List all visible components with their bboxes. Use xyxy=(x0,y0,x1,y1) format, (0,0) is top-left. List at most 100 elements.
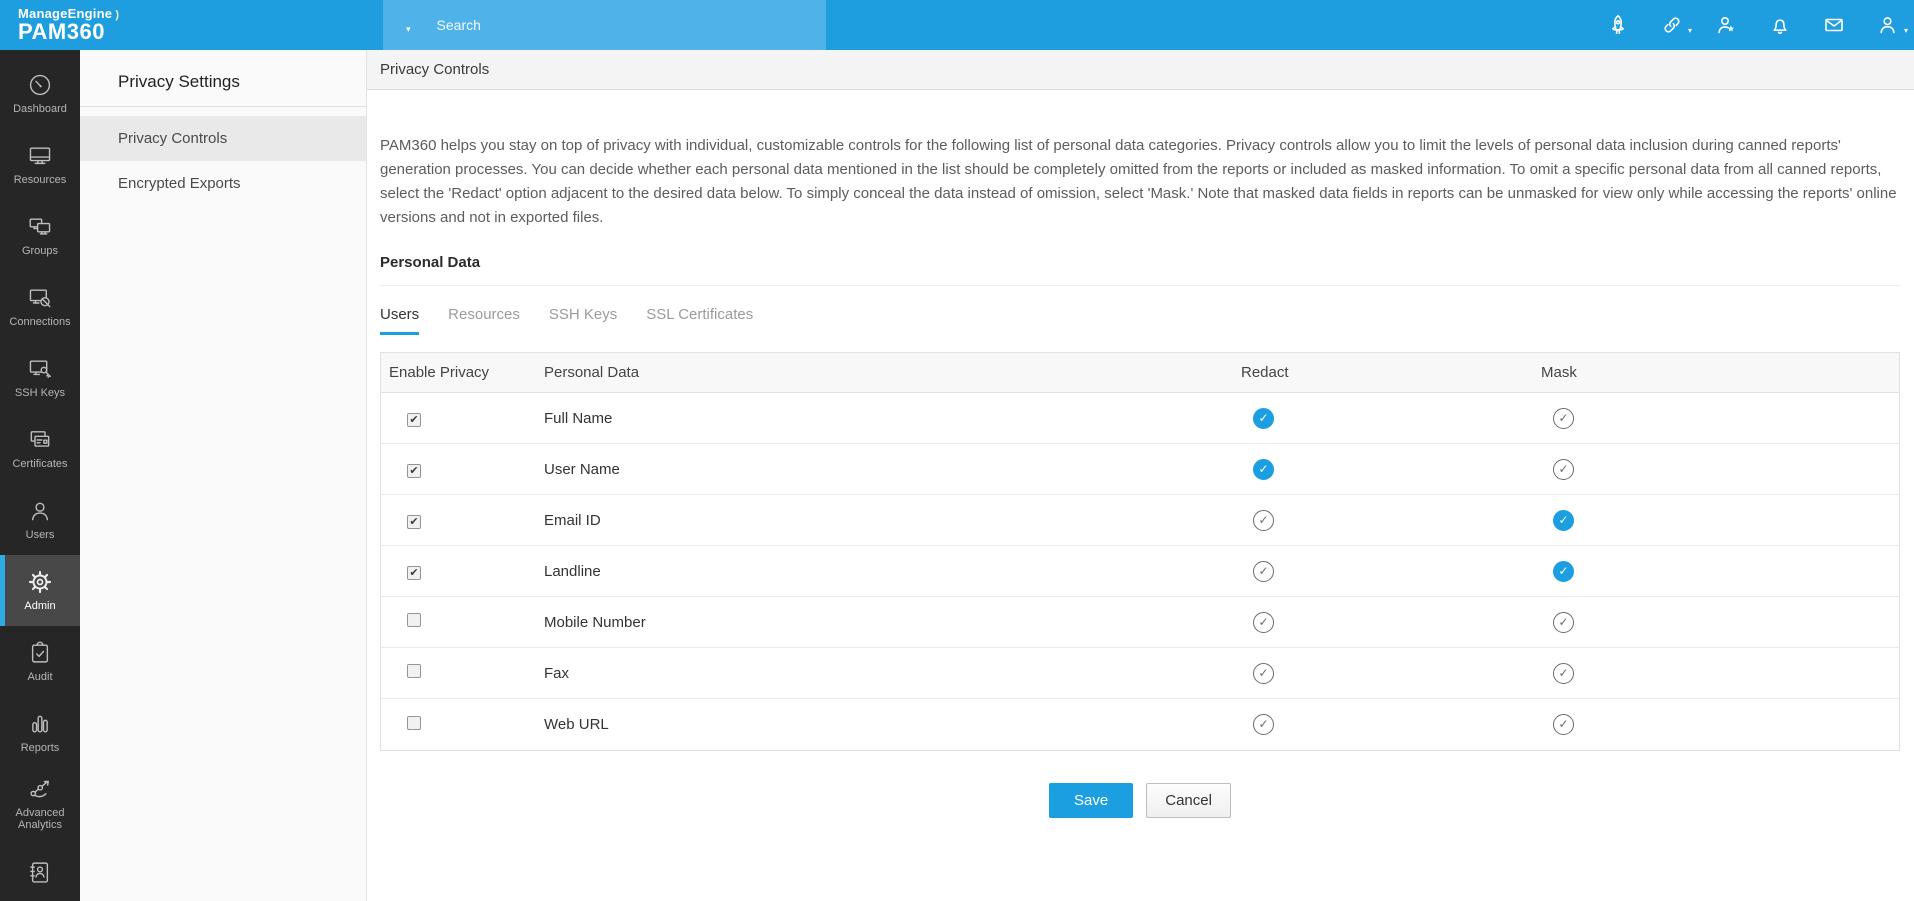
personal-data-label: Fax xyxy=(536,665,1241,682)
search-caret-icon: ▾ xyxy=(406,24,411,35)
col-enable-privacy: Enable Privacy xyxy=(381,364,536,381)
privacy-description: PAM360 helps you stay on top of privacy … xyxy=(380,134,1900,230)
panel-item-encrypted-exports[interactable]: Encrypted Exports xyxy=(80,161,366,206)
table-row: ✔ Landline ✓ ✓ xyxy=(381,546,1899,597)
address-book-icon xyxy=(27,859,53,885)
personal-data-label: Email ID xyxy=(536,512,1241,529)
sidebar-item-reports[interactable]: Reports xyxy=(0,697,80,768)
panel-item-privacy-controls[interactable]: Privacy Controls xyxy=(80,116,366,161)
panel-menu: Privacy Controls Encrypted Exports xyxy=(80,116,366,206)
monitor-key-icon xyxy=(27,356,53,382)
cancel-button[interactable]: Cancel xyxy=(1146,783,1231,818)
sidebar-item-ssh-keys[interactable]: SSH Keys xyxy=(0,342,80,413)
action-buttons: Save Cancel xyxy=(380,783,1900,818)
gauge-icon xyxy=(27,72,53,98)
section-divider xyxy=(380,285,1900,286)
mask-option[interactable]: ✓ xyxy=(1553,663,1574,684)
sidebar-item-users[interactable]: Users xyxy=(0,484,80,555)
enable-privacy-checkbox[interactable]: ✔ xyxy=(407,566,421,580)
main-content: Privacy Controls PAM360 helps you stay o… xyxy=(367,50,1914,901)
certificate-cards-icon xyxy=(27,427,53,453)
col-mask: Mask xyxy=(1541,364,1899,381)
tab-ssh-keys[interactable]: SSH Keys xyxy=(549,306,617,335)
mask-option[interactable]: ✓ xyxy=(1553,510,1574,531)
redact-option[interactable]: ✓ xyxy=(1253,663,1274,684)
table-row: Fax ✓ ✓ xyxy=(381,648,1899,699)
category-tabs: Users Resources SSH Keys SSL Certificate… xyxy=(380,306,1900,335)
section-title: Personal Data xyxy=(380,254,1900,271)
enable-privacy-checkbox[interactable]: ✔ xyxy=(407,515,421,529)
monitor-dish-icon xyxy=(27,285,53,311)
save-button[interactable]: Save xyxy=(1049,783,1133,818)
privacy-table: Enable Privacy Personal Data Redact Mask… xyxy=(380,352,1900,751)
settings-panel: Privacy Settings Privacy Controls Encryp… xyxy=(80,50,367,901)
col-personal-data: Personal Data xyxy=(536,364,1241,381)
profile-icon[interactable]: ▾ xyxy=(1876,13,1900,37)
mail-icon[interactable] xyxy=(1822,13,1846,37)
topbar-icons: ▾ ▾ xyxy=(1606,0,1900,50)
enable-privacy-checkbox[interactable] xyxy=(407,664,421,678)
mask-option[interactable]: ✓ xyxy=(1553,714,1574,735)
col-redact: Redact xyxy=(1241,364,1541,381)
brand-logo: ManageEngine PAM360 xyxy=(0,6,383,45)
sidebar-item-admin[interactable]: Admin xyxy=(0,555,80,626)
page-title: Privacy Controls xyxy=(367,50,1914,90)
table-row: ✔ Email ID ✓ ✓ xyxy=(381,495,1899,546)
user-star-icon[interactable] xyxy=(1714,13,1738,37)
tab-users[interactable]: Users xyxy=(380,306,419,335)
table-row: ✔ User Name ✓ ✓ xyxy=(381,444,1899,495)
redact-option[interactable]: ✓ xyxy=(1253,714,1274,735)
enable-privacy-checkbox[interactable]: ✔ xyxy=(407,413,421,427)
bell-icon[interactable] xyxy=(1768,13,1792,37)
profile-caret-icon: ▾ xyxy=(1904,26,1908,35)
person-icon xyxy=(27,498,53,524)
personal-data-label: Web URL xyxy=(536,716,1241,733)
search-icon: ▾ xyxy=(405,16,411,35)
panel-title: Privacy Settings xyxy=(80,50,366,107)
redact-option[interactable]: ✓ xyxy=(1253,459,1274,480)
redact-option[interactable]: ✓ xyxy=(1253,561,1274,582)
rocket-icon[interactable] xyxy=(1606,13,1630,37)
tab-ssl-certificates[interactable]: SSL Certificates xyxy=(646,306,753,335)
scatter-arrow-icon xyxy=(27,776,53,802)
enable-privacy-checkbox[interactable]: ✔ xyxy=(407,464,421,478)
monitor-icon xyxy=(27,143,53,169)
sidebar-item-resources[interactable]: Resources xyxy=(0,129,80,200)
redact-option[interactable]: ✓ xyxy=(1253,510,1274,531)
table-row: ✔ Full Name ✓ ✓ xyxy=(381,393,1899,444)
sidebar-item-dashboard[interactable]: Dashboard xyxy=(0,58,80,129)
bar-chart-icon xyxy=(27,711,53,737)
link-caret-icon: ▾ xyxy=(1688,26,1692,35)
mask-option[interactable]: ✓ xyxy=(1553,612,1574,633)
tab-resources[interactable]: Resources xyxy=(448,306,520,335)
personal-data-label: Full Name xyxy=(536,410,1241,427)
personal-data-label: Mobile Number xyxy=(536,614,1241,631)
sidebar-item-advanced-analytics[interactable]: Advanced Analytics xyxy=(0,768,80,839)
sidebar-item-connections[interactable]: Connections xyxy=(0,271,80,342)
sidebar-item-audit[interactable]: Audit xyxy=(0,626,80,697)
sidebar-item-groups[interactable]: Groups xyxy=(0,200,80,271)
redact-option[interactable]: ✓ xyxy=(1253,408,1274,429)
mask-option[interactable]: ✓ xyxy=(1553,408,1574,429)
redact-option[interactable]: ✓ xyxy=(1253,612,1274,633)
mask-option[interactable]: ✓ xyxy=(1553,561,1574,582)
search-placeholder: Search xyxy=(437,17,481,33)
left-sidebar: Dashboard Resources Groups Connections S… xyxy=(0,50,80,901)
clipboard-check-icon xyxy=(27,640,53,666)
top-bar: ManageEngine PAM360 ▾ Search ▾ ▾ xyxy=(0,0,1914,50)
mask-option[interactable]: ✓ xyxy=(1553,459,1574,480)
brand-product: PAM360 xyxy=(18,19,383,45)
enable-privacy-checkbox[interactable] xyxy=(407,716,421,730)
table-header-row: Enable Privacy Personal Data Redact Mask xyxy=(381,353,1899,393)
sidebar-item-address-book[interactable] xyxy=(0,839,80,901)
personal-data-label: User Name xyxy=(536,461,1241,478)
enable-privacy-checkbox[interactable] xyxy=(407,613,421,627)
gear-icon xyxy=(27,569,53,595)
personal-data-label: Landline xyxy=(536,563,1241,580)
sidebar-item-certificates[interactable]: Certificates xyxy=(0,413,80,484)
table-row: Web URL ✓ ✓ xyxy=(381,699,1899,750)
table-row: Mobile Number ✓ ✓ xyxy=(381,597,1899,648)
monitors-group-icon xyxy=(27,214,53,240)
link-icon[interactable]: ▾ xyxy=(1660,13,1684,37)
search-input[interactable]: ▾ Search xyxy=(383,0,826,50)
